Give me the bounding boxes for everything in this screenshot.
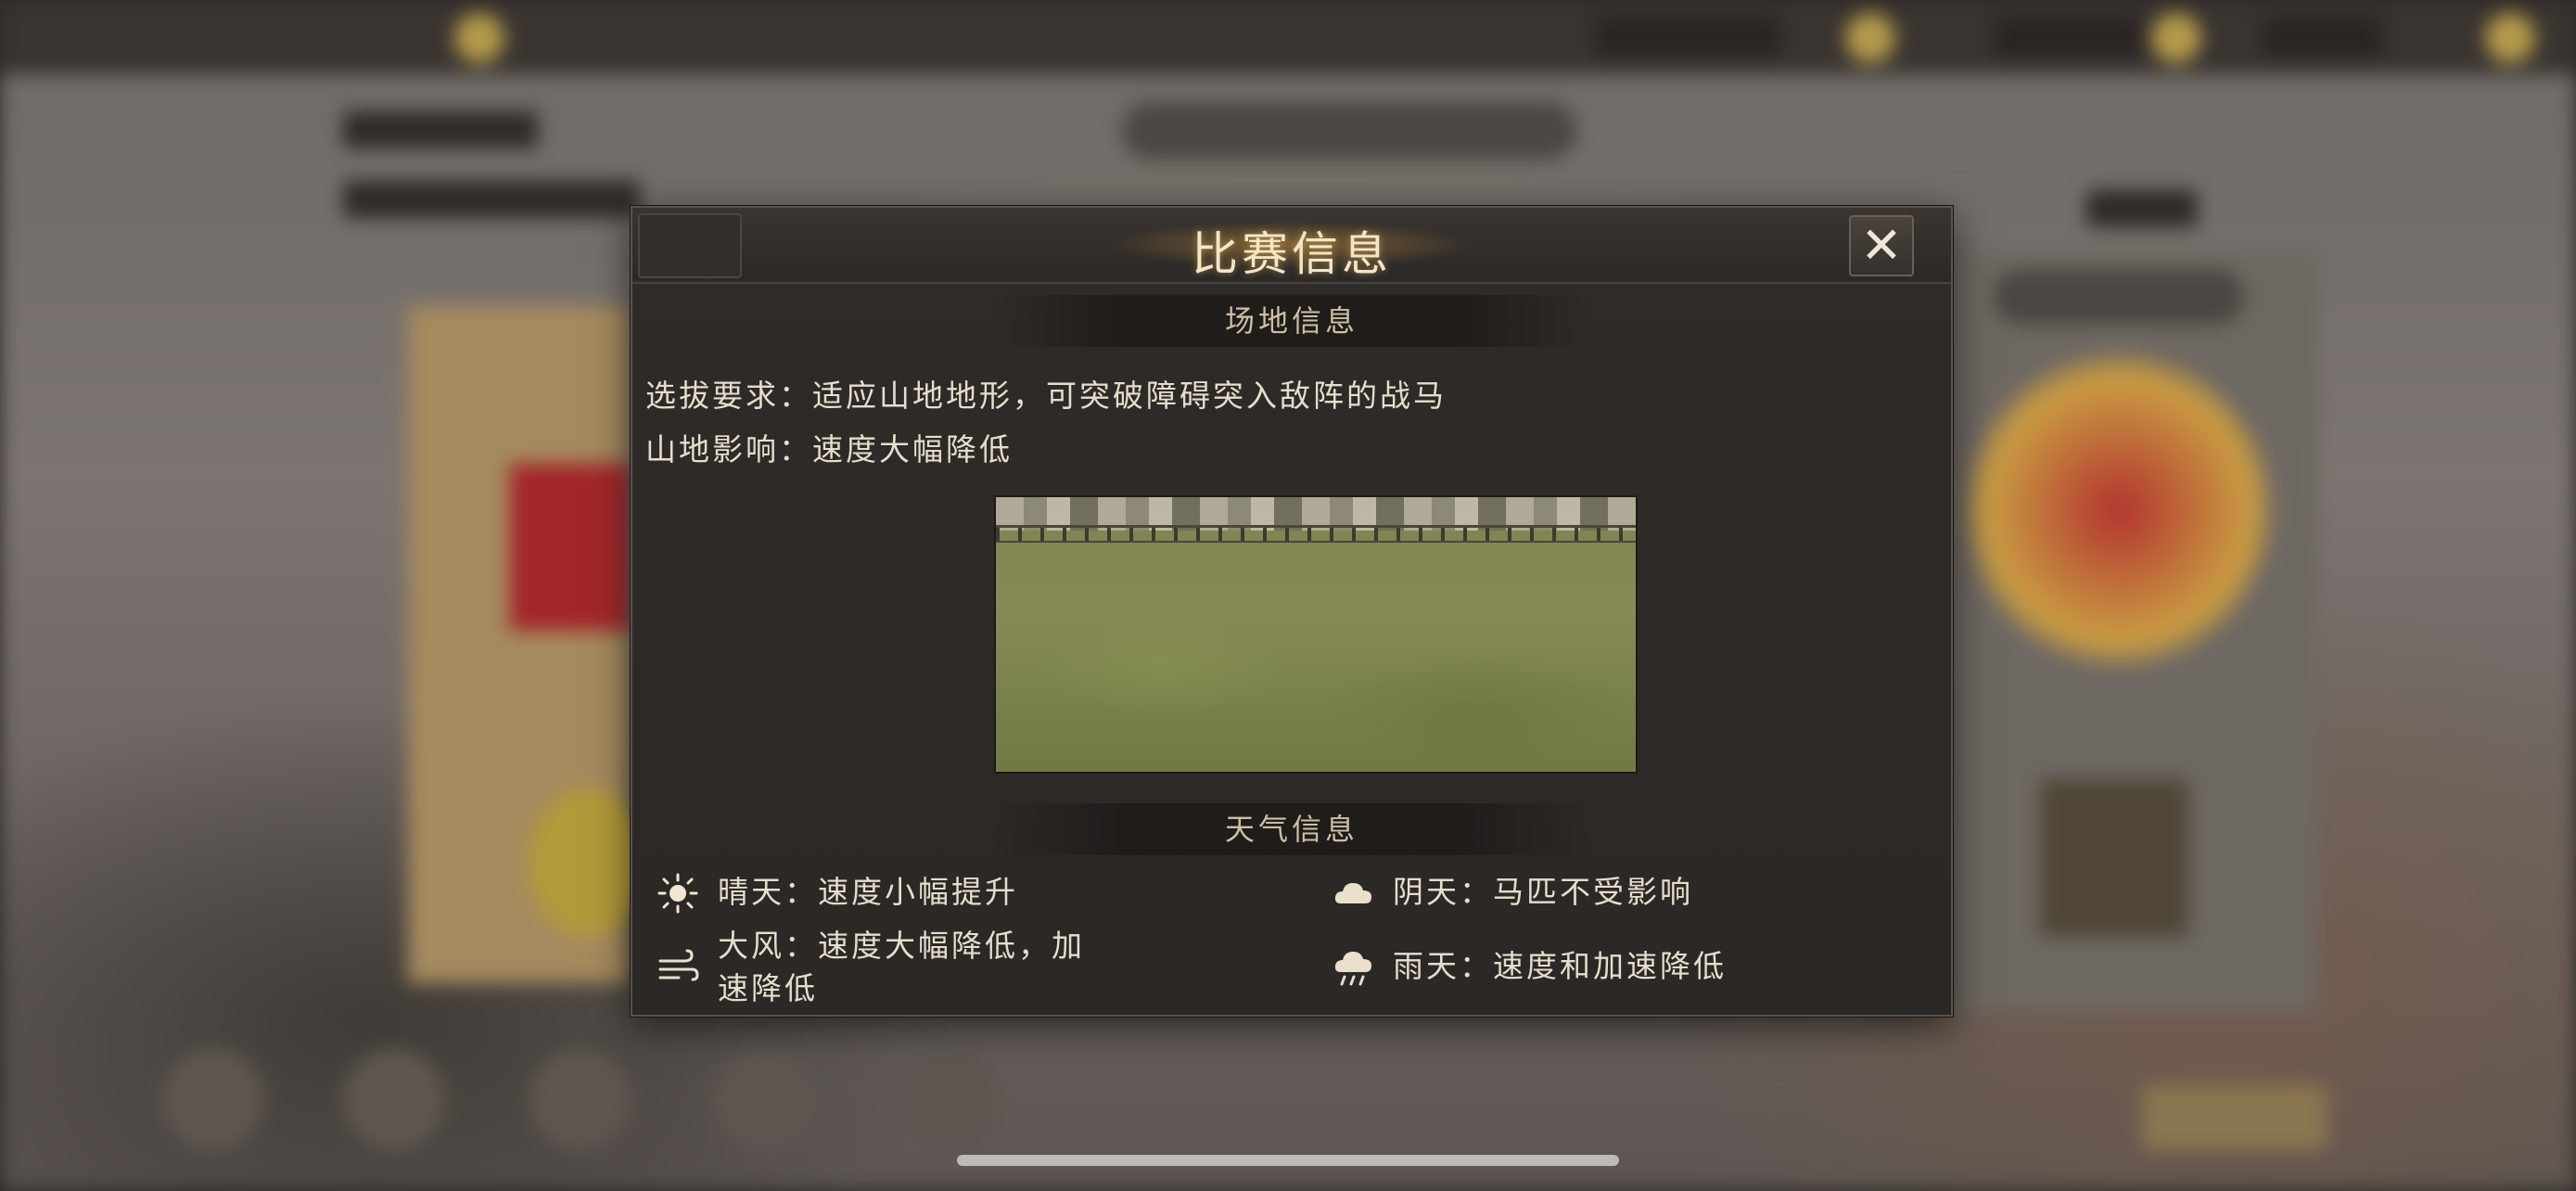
requirement-label: 选拔要求： — [645, 378, 812, 414]
background-nav-icon — [714, 1048, 816, 1150]
weather-rainy-text: 雨天：速度和加速降低 — [1393, 948, 1727, 984]
currency-icon — [454, 13, 504, 63]
background-nav-icon — [899, 1048, 1001, 1150]
requirement-line: 选拔要求：适应山地地形，可突破障碍突入敌阵的战马 — [645, 371, 1447, 416]
background-nav-icon — [343, 1048, 445, 1150]
terrain-effect-label: 山地影响： — [645, 431, 812, 467]
currency-icon — [2151, 13, 2201, 63]
terrain-effect-line: 山地影响：速度大幅降低 — [645, 425, 1013, 469]
weather-item-rainy: 雨天：速度和加速降低 — [1332, 946, 1851, 992]
background-nav-icon — [529, 1048, 631, 1150]
background-left-panel — [408, 306, 649, 983]
background-banner — [1122, 102, 1576, 160]
weather-item-sunny: 晴天：速度小幅提升 — [657, 872, 1176, 918]
currency-icon — [2485, 13, 2535, 63]
background-text — [343, 181, 640, 218]
background-pill — [1994, 269, 2244, 325]
dialog-titlebar: 比赛信息 ✕ — [632, 208, 1951, 284]
background-card — [510, 464, 631, 631]
weather-cloudy-text: 阴天：马匹不受影响 — [1393, 874, 1693, 910]
dialog-title: 比赛信息 — [1192, 227, 1392, 281]
sun-icon — [657, 873, 698, 914]
resource-slot — [1994, 17, 2142, 58]
resource-slot — [1595, 17, 1780, 58]
background-nav-icon — [162, 1048, 264, 1150]
top-resource-bar — [0, 0, 2576, 74]
requirement-value: 适应山地地形，可突破障碍突入敌阵的战马 — [812, 378, 1447, 414]
wind-icon — [658, 949, 699, 981]
weather-windy-text-line2: 速降低 — [718, 970, 818, 1006]
close-icon: ✕ — [1860, 216, 1903, 275]
terrain-fence — [996, 525, 1636, 543]
terrain-preview-image — [994, 495, 1638, 774]
background-right-panel — [1947, 250, 2318, 1011]
background-text — [343, 111, 538, 148]
venue-section-header: 场地信息 — [994, 295, 1589, 347]
background-emblem — [1966, 352, 2272, 668]
weather-sunny-text: 晴天：速度小幅提升 — [718, 874, 1018, 910]
background-text — [2086, 190, 2198, 227]
weather-item-cloudy: 阴天：马匹不受影响 — [1332, 872, 1851, 918]
resource-slot — [2263, 17, 2383, 58]
currency-icon — [1845, 13, 1895, 63]
rain-icon — [1334, 952, 1371, 986]
background-button — [2142, 1085, 2327, 1150]
match-info-dialog: 比赛信息 ✕ 场地信息 选拔要求：适应山地地形，可突破障碍突入敌阵的战马 山地影… — [631, 206, 1953, 1017]
background-item — [2040, 779, 2188, 937]
cloud-icon — [1334, 883, 1371, 903]
weather-item-windy: 大风：速度大幅降低，加 速降低 — [657, 926, 1213, 1018]
terrain-effect-value: 速度大幅降低 — [812, 431, 1013, 467]
weather-windy-text-line1: 大风：速度大幅降低，加 — [718, 928, 1085, 964]
close-button[interactable]: ✕ — [1849, 215, 1914, 276]
weather-section-header: 天气信息 — [994, 803, 1589, 855]
home-indicator[interactable] — [957, 1155, 1619, 1166]
